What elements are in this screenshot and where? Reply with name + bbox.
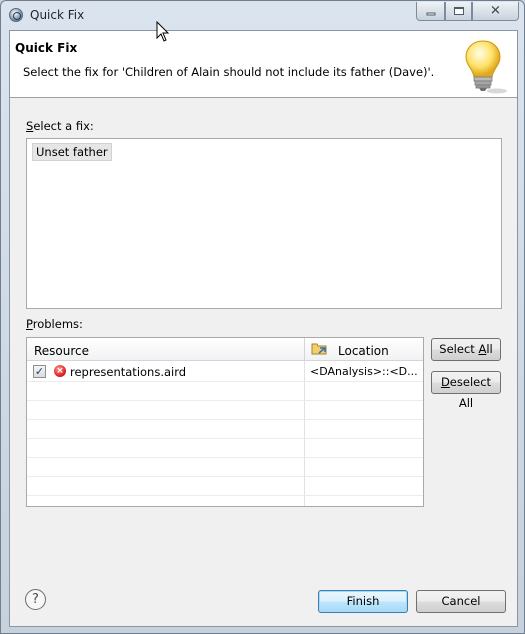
column-gridline bbox=[304, 361, 305, 506]
select-fix-label: Select a fix: bbox=[26, 119, 94, 133]
maximize-button[interactable] bbox=[445, 2, 472, 21]
table-row[interactable]: ✓ × representations.aird <DAnalysis>::<D… bbox=[27, 362, 423, 381]
location-cell: <DAnalysis>::<D... bbox=[310, 365, 418, 378]
row-checkbox[interactable]: ✓ bbox=[33, 365, 46, 378]
row-gridline bbox=[27, 419, 423, 420]
resource-column-header[interactable]: Resource bbox=[34, 344, 89, 358]
row-gridline bbox=[27, 457, 423, 458]
lightbulb-icon bbox=[459, 37, 507, 94]
window-title: Quick Fix bbox=[30, 8, 85, 22]
dialog-header: Quick Fix Select the fix for 'Children o… bbox=[10, 31, 517, 98]
eclipse-app-icon bbox=[9, 8, 23, 22]
folder-link-icon bbox=[311, 343, 327, 355]
row-gridline bbox=[27, 438, 423, 439]
fix-item-unset-father[interactable]: Unset father bbox=[32, 143, 112, 161]
column-divider[interactable] bbox=[304, 338, 305, 361]
table-header: Resource Location bbox=[27, 338, 423, 361]
minimize-button[interactable] bbox=[416, 2, 445, 21]
row-gridline bbox=[27, 400, 423, 401]
fix-list[interactable]: Unset father bbox=[26, 138, 502, 309]
deselect-all-button[interactable]: Deselect All bbox=[431, 371, 501, 410]
problems-label: Problems: bbox=[26, 317, 83, 331]
dialog-message: Select the fix for 'Children of Alain sh… bbox=[23, 65, 435, 79]
minimize-icon bbox=[426, 12, 435, 16]
quick-fix-window: Quick Fix ✕ Quick Fix Select the fix for… bbox=[0, 0, 525, 634]
help-icon[interactable]: ? bbox=[25, 589, 46, 610]
select-all-button[interactable]: Select All bbox=[431, 338, 501, 361]
resource-cell: representations.aird bbox=[70, 365, 187, 379]
row-gridline bbox=[27, 495, 423, 496]
finish-button[interactable]: Finish bbox=[318, 590, 408, 613]
row-gridline bbox=[27, 381, 423, 382]
maximize-icon bbox=[453, 7, 464, 15]
close-icon: ✕ bbox=[490, 3, 501, 19]
row-gridline bbox=[27, 476, 423, 477]
mouse-cursor-icon bbox=[156, 21, 170, 42]
error-icon: × bbox=[54, 365, 66, 377]
problems-table[interactable]: Resource Location ✓ × representations.ai… bbox=[26, 337, 424, 507]
close-button[interactable]: ✕ bbox=[472, 2, 519, 21]
dialog-title: Quick Fix bbox=[15, 41, 78, 55]
cancel-button[interactable]: Cancel bbox=[416, 590, 506, 613]
dialog-body: Quick Fix Select the fix for 'Children o… bbox=[9, 30, 518, 627]
location-column-header[interactable]: Location bbox=[338, 344, 389, 358]
title-bar[interactable]: Quick Fix ✕ bbox=[1, 1, 524, 29]
